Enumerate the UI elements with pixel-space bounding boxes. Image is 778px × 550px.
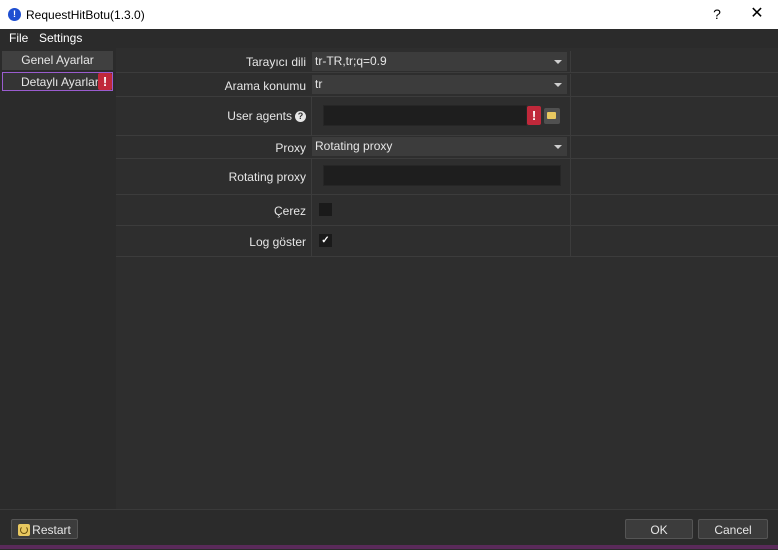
chevron-down-icon: [554, 83, 562, 87]
menu-bar: File Settings: [0, 29, 778, 47]
chevron-down-icon: [554, 145, 562, 149]
user-agents-label: User agents?: [116, 109, 306, 123]
column-divider: [570, 226, 571, 256]
search-location-value: tr: [315, 77, 323, 91]
chevron-down-icon: [554, 60, 562, 64]
browser-language-select[interactable]: tr-TR,tr;q=0.9: [312, 52, 567, 71]
cookie-checkbox[interactable]: [319, 203, 332, 216]
proxy-value: Rotating proxy: [315, 139, 393, 153]
proxy-select[interactable]: Rotating proxy: [312, 137, 567, 156]
warning-icon: !: [527, 106, 541, 125]
menu-settings[interactable]: Settings: [39, 31, 82, 45]
user-agents-label-text: User agents: [227, 109, 292, 123]
column-divider: [570, 159, 571, 194]
setting-row-cookie: Çerez: [116, 195, 778, 226]
rotating-proxy-input[interactable]: [323, 165, 561, 186]
search-location-select[interactable]: tr: [312, 75, 567, 94]
folder-icon: [547, 112, 556, 119]
sidebar-item-label: Genel Ayarlar: [21, 53, 94, 67]
restart-button[interactable]: Restart: [11, 519, 78, 539]
browser-language-label: Tarayıcı dili: [245, 55, 306, 69]
sidebar-item-detailed-settings[interactable]: Detaylı Ayarlar !: [2, 72, 113, 91]
column-divider: [311, 226, 312, 256]
ok-button[interactable]: OK: [625, 519, 693, 539]
show-log-label: Log göster: [249, 235, 306, 249]
show-log-checkbox[interactable]: ✓: [319, 234, 332, 247]
sidebar: Genel Ayarlar Detaylı Ayarlar !: [0, 48, 116, 509]
user-agents-input[interactable]: [323, 105, 527, 126]
browse-folder-button[interactable]: [544, 108, 560, 124]
close-button[interactable]: ✕: [745, 3, 769, 25]
column-divider: [311, 159, 312, 194]
column-divider: [570, 51, 571, 72]
column-divider: [570, 74, 571, 96]
setting-row-rotating-proxy: Rotating proxy: [116, 159, 778, 195]
setting-row-search-location: Arama konumu tr: [116, 74, 778, 97]
window-title: RequestHitBotu(1.3.0): [26, 8, 145, 22]
restart-button-label: Restart: [32, 523, 71, 537]
cookie-label: Çerez: [273, 204, 306, 218]
sidebar-item-label: Detaylı Ayarlar: [21, 75, 99, 89]
column-divider: [570, 97, 571, 135]
menu-file[interactable]: File: [9, 31, 28, 45]
window-bottom-border: [0, 545, 778, 549]
sidebar-item-general-settings[interactable]: Genel Ayarlar: [2, 51, 113, 70]
column-divider: [311, 195, 312, 225]
settings-panel: Tarayıcı dili tr-TR,tr;q=0.9 Arama konum…: [116, 48, 778, 509]
browser-language-value: tr-TR,tr;q=0.9: [315, 54, 387, 68]
column-divider: [570, 195, 571, 225]
proxy-label: Proxy: [275, 141, 306, 155]
restart-icon: [18, 524, 31, 536]
setting-row-user-agents: User agents? !: [116, 97, 778, 136]
title-bar: ! RequestHitBotu(1.3.0) ? ✕: [0, 0, 778, 29]
setting-row-show-log: Log göster ✓: [116, 226, 778, 257]
footer: Restart OK Cancel: [0, 509, 778, 550]
help-icon[interactable]: ?: [295, 111, 306, 122]
warning-icon: !: [98, 73, 112, 90]
column-divider: [311, 97, 312, 135]
search-location-label: Arama konumu: [224, 79, 306, 93]
cancel-button[interactable]: Cancel: [698, 519, 768, 539]
setting-row-proxy: Proxy Rotating proxy: [116, 136, 778, 159]
app-icon: !: [8, 8, 21, 21]
setting-row-browser-language: Tarayıcı dili tr-TR,tr;q=0.9: [116, 51, 778, 73]
column-divider: [570, 136, 571, 158]
rotating-proxy-label: Rotating proxy: [228, 170, 306, 184]
help-button[interactable]: ?: [707, 3, 727, 25]
